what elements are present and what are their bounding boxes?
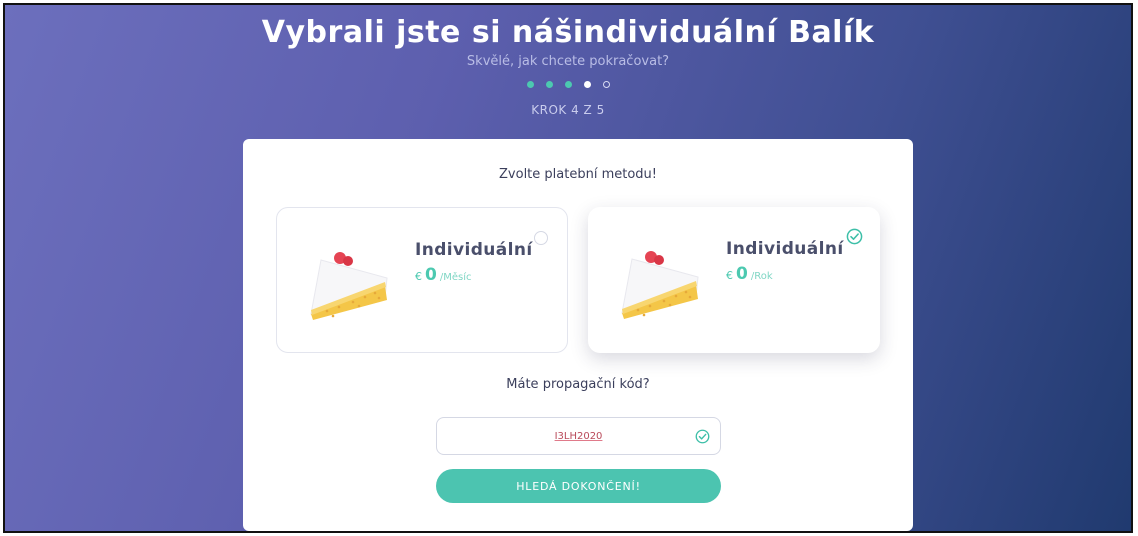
step-dot-3 <box>564 81 572 88</box>
price-period: /Rok <box>750 271 773 282</box>
cake-slice-icon <box>310 252 388 320</box>
plan-name: Individuální <box>415 240 533 260</box>
plan-option-monthly[interactable]: Individuální € 0 /Měsíc <box>276 207 568 353</box>
promo-code-field[interactable] <box>436 417 721 455</box>
plan-name: Individuální <box>726 239 844 259</box>
step-indicator: KROK 4 Z 5 <box>531 103 605 117</box>
page-background: Vybrali jste si nášindividuální Balík Sk… <box>3 3 1133 533</box>
promo-code-input[interactable] <box>476 429 681 443</box>
radio-unselected-icon[interactable] <box>534 231 548 245</box>
promo-code-label: Máte propagační kód? <box>506 377 650 392</box>
price-currency: € <box>415 270 422 283</box>
step-dot-5 <box>602 81 610 88</box>
step-dot-1 <box>526 81 534 88</box>
check-circle-icon[interactable] <box>846 228 863 245</box>
price-period: /Měsíc <box>439 272 472 283</box>
step-dot-4 <box>583 81 591 88</box>
step-progress-dots <box>5 81 1131 88</box>
payment-card: Zvolte platební metodu! Individuální € 0… <box>243 139 913 531</box>
page-title: Vybrali jste si nášindividuální Balík <box>261 15 875 50</box>
finish-button[interactable]: HLEDÁ DOKONČENÍ! <box>436 469 721 503</box>
plan-price: € 0 /Rok <box>726 264 773 284</box>
cake-slice-icon <box>621 251 699 319</box>
price-currency: € <box>726 269 733 282</box>
payment-method-heading: Zvolte platební metodu! <box>499 167 657 182</box>
plan-option-yearly[interactable]: Individuální € 0 /Rok <box>588 207 880 353</box>
check-circle-icon <box>695 429 710 444</box>
page-subtitle: Skvělé, jak chcete pokračovat? <box>466 54 670 69</box>
plan-price: € 0 /Měsíc <box>415 265 471 285</box>
price-amount: 0 <box>736 264 748 284</box>
price-amount: 0 <box>425 265 437 285</box>
step-dot-2 <box>545 81 553 88</box>
